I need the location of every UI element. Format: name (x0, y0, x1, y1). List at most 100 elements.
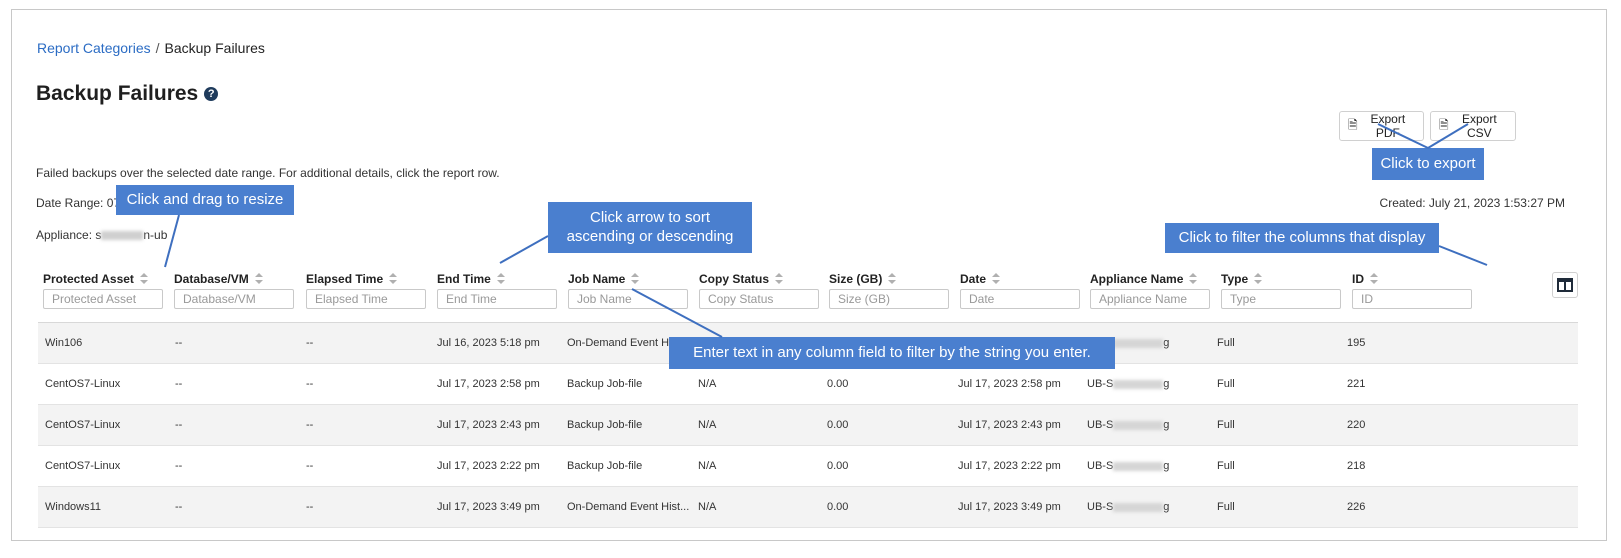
redacted-text (101, 231, 144, 241)
column-header-label[interactable]: Job Name (568, 272, 625, 286)
cell-id: 195 (1347, 337, 1366, 349)
appliance-suffix: g (1163, 501, 1170, 513)
column-header-elapsed-time: Elapsed Time (306, 270, 426, 309)
cell-size-gb: 0.00 (827, 419, 849, 431)
appliance-suffix: g (1163, 378, 1170, 390)
column-header-label[interactable]: Type (1221, 272, 1248, 286)
column-filter-appliance-name[interactable] (1090, 289, 1210, 309)
cell-end-time: Jul 17, 2023 2:58 pm (437, 378, 540, 390)
redacted-text (1113, 338, 1164, 348)
cell-appliance-name: UB-S g (1087, 405, 1169, 445)
column-filter-database-vm[interactable] (174, 289, 294, 309)
appliance-suffix: g (1163, 337, 1170, 349)
cell-copy-status: N/A (698, 378, 717, 390)
cell-elapsed-time: -- (306, 501, 314, 513)
report-description: Failed backups over the selected date ra… (36, 166, 500, 180)
breadcrumb-report-categories[interactable]: Report Categories (37, 40, 151, 56)
cell-end-time: Jul 17, 2023 3:49 pm (437, 501, 540, 513)
sort-arrows-icon[interactable] (631, 273, 640, 285)
column-header-label[interactable]: Size (GB) (829, 272, 882, 286)
cell-type: Full (1217, 378, 1235, 390)
date-range: Date Range: 07 (36, 196, 121, 210)
appliance-label-suffix: n-ub (143, 228, 168, 242)
column-header-label[interactable]: Elapsed Time (306, 272, 383, 286)
sort-arrows-icon[interactable] (992, 273, 1001, 285)
cell-appliance-name: UB-S g (1087, 364, 1169, 404)
column-filter-type[interactable] (1221, 289, 1341, 309)
column-header-label[interactable]: End Time (437, 272, 491, 286)
redacted-text (1113, 461, 1164, 471)
column-header-copy-status: Copy Status (699, 270, 819, 309)
table-row[interactable]: Windows11 -- -- Jul 17, 2023 3:49 pm On-Dema… (38, 487, 1578, 528)
column-filter-id[interactable] (1352, 289, 1472, 309)
cell-job-name: Backup Job-file (567, 419, 643, 431)
sort-arrows-icon[interactable] (1189, 273, 1198, 285)
column-filter-protected-asset[interactable] (43, 289, 163, 309)
column-filter-end-time[interactable] (437, 289, 557, 309)
export-pdf-label: Export PDF (1370, 112, 1406, 140)
cell-database-vm: -- (175, 419, 183, 431)
sort-arrows-icon[interactable] (1254, 273, 1263, 285)
sort-arrows-icon[interactable] (888, 273, 897, 285)
table-header: Protected Asset Database/VM Elapsed Time En… (37, 270, 1577, 323)
export-csv-button[interactable]: 🗎 Export CSV (1430, 111, 1516, 141)
column-filter-size-gb[interactable] (829, 289, 949, 309)
column-filter-date[interactable] (960, 289, 1080, 309)
sort-arrows-icon[interactable] (139, 273, 148, 285)
page-title: Backup Failures? (36, 82, 219, 106)
column-header-label[interactable]: Database/VM (174, 272, 249, 286)
appliance-label: Appliance: s n-ub (36, 228, 167, 242)
columns-icon (1557, 278, 1573, 292)
appliance-suffix: g (1163, 460, 1170, 472)
redacted-text (1113, 502, 1164, 512)
cell-elapsed-time: -- (306, 378, 314, 390)
cell-database-vm: -- (175, 337, 183, 349)
cell-elapsed-time: -- (306, 337, 314, 349)
appliance-prefix: UB-S (1087, 378, 1114, 390)
cell-database-vm: -- (175, 378, 183, 390)
cell-appliance-name: UB-S g (1087, 446, 1169, 486)
appliance-prefix: UB-S (1087, 419, 1114, 431)
cell-end-time: Jul 16, 2023 5:18 pm (437, 337, 540, 349)
cell-job-name: On-Demand Event Hist... (567, 501, 690, 513)
cell-type: Full (1217, 419, 1235, 431)
breadcrumb-separator: / (155, 40, 160, 56)
column-filter-job-name[interactable] (568, 289, 688, 309)
export-pdf-button[interactable]: 🗎 Export PDF (1339, 111, 1424, 141)
breadcrumb: Report Categories / Backup Failures (37, 40, 265, 56)
cell-end-time: Jul 17, 2023 2:22 pm (437, 460, 540, 472)
cell-date: Jul 17, 2023 2:58 pm (958, 378, 1061, 390)
sort-arrows-icon[interactable] (254, 273, 263, 285)
column-header-label[interactable]: Copy Status (699, 272, 769, 286)
table-row[interactable]: CentOS7-Linux -- -- Jul 17, 2023 2:43 pm Bac… (38, 405, 1578, 446)
column-header-type: Type (1221, 270, 1341, 309)
column-header-label[interactable]: Appliance Name (1090, 272, 1183, 286)
column-chooser-button[interactable] (1552, 272, 1578, 298)
cell-id: 220 (1347, 419, 1366, 431)
column-header-protected-asset: Protected Asset (43, 270, 163, 309)
column-header-appliance-name: Appliance Name (1090, 270, 1210, 309)
column-header-label[interactable]: Protected Asset (43, 272, 134, 286)
sort-arrows-icon[interactable] (1370, 273, 1378, 285)
breadcrumb-current: Backup Failures (164, 40, 265, 56)
cell-type: Full (1217, 501, 1235, 513)
callout-export: Click to export (1372, 148, 1484, 180)
sort-arrows-icon[interactable] (496, 273, 505, 285)
appliance-prefix: UB-S (1087, 460, 1114, 472)
help-icon[interactable]: ? (204, 87, 219, 101)
cell-database-vm: -- (175, 501, 183, 513)
column-header-label[interactable]: ID (1352, 272, 1364, 286)
callout-resize: Click and drag to resize (116, 185, 294, 215)
table-row[interactable]: CentOS7-Linux -- -- Jul 17, 2023 2:58 pm Bac… (38, 364, 1578, 405)
created-timestamp: Created: July 21, 2023 1:53:27 PM (1379, 196, 1565, 210)
cell-date: Jul 17, 2023 2:22 pm (958, 460, 1061, 472)
sort-arrows-icon[interactable] (389, 273, 398, 285)
export-csv-label: Export CSV (1461, 112, 1497, 140)
column-filter-elapsed-time[interactable] (306, 289, 426, 309)
column-header-label[interactable]: Date (960, 272, 986, 286)
doc-export-icon: 🗎 (1439, 117, 1449, 132)
column-filter-copy-status[interactable] (699, 289, 819, 309)
sort-arrows-icon[interactable] (775, 273, 784, 285)
cell-end-time: Jul 17, 2023 2:43 pm (437, 419, 540, 431)
table-row[interactable]: CentOS7-Linux -- -- Jul 17, 2023 2:22 pm Bac… (38, 446, 1578, 487)
